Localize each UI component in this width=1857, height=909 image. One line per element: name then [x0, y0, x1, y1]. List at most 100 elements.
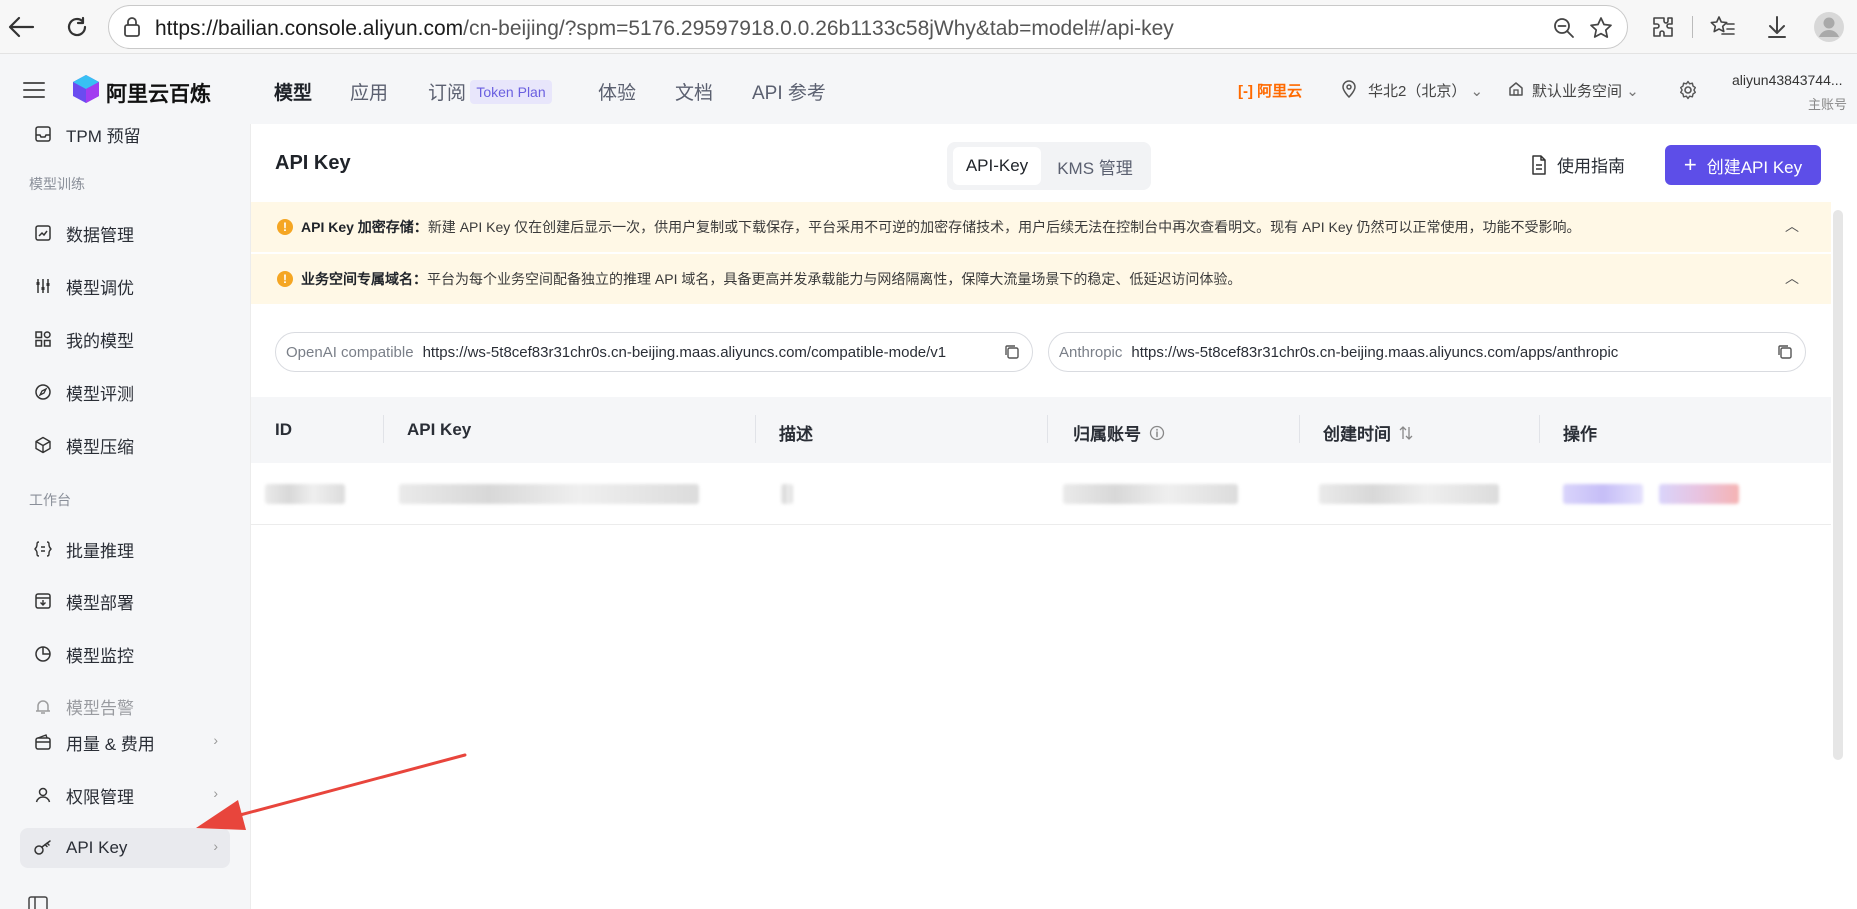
- notice-title: API Key 加密存储：: [301, 219, 428, 235]
- info-icon[interactable]: [1149, 425, 1165, 441]
- account-name[interactable]: aliyun43843744...: [1732, 72, 1843, 88]
- sidebar-item-model-tuning[interactable]: 模型调优: [20, 266, 230, 306]
- toolbar-divider: [1692, 16, 1693, 38]
- notice-text: 平台为每个业务空间配备独立的推理 API 域名，具备更高并发承载能力与网络隔离性…: [427, 271, 1242, 287]
- sidebar-item-label: 模型告警: [66, 698, 134, 718]
- table-row: [251, 463, 1831, 525]
- endpoint-openai: OpenAI compatible https://ws-5t8cef83r31…: [275, 332, 1033, 372]
- aliyun-brand[interactable]: [-] 阿里云: [1238, 80, 1302, 101]
- create-api-key-button[interactable]: + 创建API Key: [1665, 145, 1821, 185]
- chevron-right-icon: ›: [213, 785, 218, 801]
- nav-docs[interactable]: 文档: [675, 78, 713, 105]
- sidebar-item-model-monitoring[interactable]: 模型监控: [20, 634, 230, 674]
- nav-api-reference[interactable]: API 参考: [752, 78, 826, 105]
- copy-icon[interactable]: [1777, 344, 1793, 360]
- extensions-icon[interactable]: [1646, 10, 1680, 44]
- lock-icon: [123, 17, 141, 42]
- column-divider: [1539, 415, 1540, 443]
- favorite-star-icon[interactable]: [1589, 16, 1613, 45]
- region-label: 华北2（北京）: [1368, 83, 1467, 100]
- url-host: https://bailian.console.aliyun.com: [155, 17, 464, 40]
- usage-guide-label: 使用指南: [1557, 157, 1625, 176]
- sidebar-item-batch-inference[interactable]: 批量推理: [20, 529, 230, 569]
- back-icon[interactable]: [4, 10, 38, 44]
- sidebar-item-model-deployment[interactable]: 模型部署: [20, 581, 230, 621]
- url-path: /cn-beijing/?spm=5176.29597918.0.0.26b11…: [463, 17, 1174, 40]
- chevron-down-icon: ⌄: [1470, 83, 1484, 100]
- column-divider: [1047, 415, 1048, 443]
- location-pin-icon: [1342, 80, 1356, 103]
- column-divider: [755, 415, 756, 443]
- notice-workspace-domain: ! 业务空间专属域名： 平台为每个业务空间配备独立的推理 API 域名，具备更高…: [251, 254, 1831, 304]
- braces-list-icon: [30, 539, 56, 559]
- sidebar-item-model-evaluation[interactable]: 模型评测: [20, 372, 230, 412]
- workspace-selector[interactable]: 默认业务空间 ⌄: [1532, 80, 1639, 101]
- menu-icon[interactable]: [22, 80, 46, 105]
- download-icon[interactable]: [1760, 10, 1794, 44]
- nav-application[interactable]: 应用: [350, 78, 388, 105]
- refresh-icon[interactable]: [60, 10, 94, 44]
- usage-guide-link[interactable]: 使用指南: [1531, 152, 1625, 177]
- warning-icon: !: [277, 271, 293, 287]
- notice-title: 业务空间专属域名：: [301, 271, 427, 287]
- address-bar[interactable]: https://bailian.console.aliyun.com/cn-be…: [108, 5, 1628, 49]
- sidebar-item-label: 模型监控: [66, 646, 134, 666]
- zoom-icon[interactable]: [1553, 17, 1575, 44]
- sidebar-item-permissions[interactable]: 权限管理 ›: [20, 775, 230, 815]
- sidebar-item-label: 权限管理: [66, 787, 134, 807]
- column-created-time[interactable]: 创建时间: [1323, 420, 1413, 445]
- sidebar-item-label: 数据管理: [66, 225, 134, 245]
- table-header: ID API Key 描述 归属账号 创建时间 操作: [251, 397, 1831, 463]
- collapse-sidebar-icon[interactable]: [28, 896, 48, 909]
- chevron-up-icon[interactable]: ︿: [1785, 216, 1799, 236]
- redacted-action-link[interactable]: [1659, 484, 1739, 504]
- alarm-bell-icon: [30, 696, 56, 716]
- workspace-home-icon: [1508, 81, 1524, 102]
- sort-icon[interactable]: [1399, 425, 1413, 441]
- sliders-icon: [30, 276, 56, 296]
- cube-icon: [30, 435, 56, 455]
- inbox-icon: [30, 124, 56, 144]
- chevron-up-icon[interactable]: ︿: [1785, 268, 1799, 288]
- settings-gear-icon[interactable]: [1678, 80, 1698, 105]
- bailian-logo-icon: [72, 74, 100, 109]
- profile-avatar-icon[interactable]: [1812, 10, 1846, 44]
- url-text: https://bailian.console.aliyun.com/cn-be…: [155, 17, 1174, 41]
- sidebar-item-usage-billing[interactable]: 用量 & 费用 ›: [20, 722, 230, 762]
- create-api-key-label: 创建API Key: [1706, 157, 1803, 177]
- token-plan-badge[interactable]: Token Plan: [470, 80, 552, 104]
- redacted-api-key: [399, 484, 699, 504]
- redacted-action-link[interactable]: [1563, 484, 1643, 504]
- sidebar-item-model-compression[interactable]: 模型压缩: [20, 425, 230, 465]
- document-icon: [1531, 154, 1547, 175]
- nav-model[interactable]: 模型: [274, 78, 312, 105]
- key-icon: [30, 838, 56, 858]
- scrollbar[interactable]: [1833, 210, 1843, 760]
- app-logo-text[interactable]: 阿里云百炼: [106, 78, 211, 108]
- sidebar-item-label: 模型部署: [66, 593, 134, 613]
- nav-subscription[interactable]: 订阅: [428, 78, 466, 105]
- sidebar-item-label: TPM 预留: [66, 126, 141, 146]
- sidebar-item-model-alerts[interactable]: 模型告警: [20, 686, 230, 726]
- app-header: 阿里云百炼 模型 应用 订阅 Token Plan 体验 文档 API 参考 […: [0, 54, 1857, 124]
- column-owner-account: 归属账号: [1073, 420, 1165, 445]
- nav-experience[interactable]: 体验: [598, 78, 636, 105]
- copy-icon[interactable]: [1004, 344, 1020, 360]
- favorites-list-icon[interactable]: [1706, 10, 1740, 44]
- sidebar-item-my-models[interactable]: 我的模型: [20, 319, 230, 359]
- tab-kms-management[interactable]: KMS 管理: [1045, 147, 1145, 185]
- account-role: 主账号: [1808, 97, 1848, 112]
- redacted-owner-account: [1063, 484, 1238, 504]
- region-selector[interactable]: 华北2（北京） ⌄: [1368, 80, 1483, 101]
- aliyun-logo-icon: [-]: [1238, 83, 1253, 100]
- sidebar-item-api-key[interactable]: API Key ›: [20, 828, 230, 868]
- aliyun-brand-label: 阿里云: [1257, 83, 1303, 100]
- column-divider: [383, 415, 384, 443]
- notice-text: 新建 API Key 仅在创建后显示一次，供用户复制或下载保存，平台采用不可逆的…: [427, 219, 1581, 235]
- tab-api-key[interactable]: API-Key: [953, 147, 1041, 185]
- sidebar-section-workbench: 工作台: [29, 492, 71, 508]
- sidebar: TPM 预留 模型训练 数据管理 模型调优 我的模型 模型评测 模型压缩 工作台…: [0, 124, 250, 909]
- column-api-key: API Key: [407, 420, 472, 439]
- sidebar-item-data-management[interactable]: 数据管理: [20, 213, 230, 253]
- sidebar-item-tpm-reserve[interactable]: TPM 预留: [20, 124, 230, 154]
